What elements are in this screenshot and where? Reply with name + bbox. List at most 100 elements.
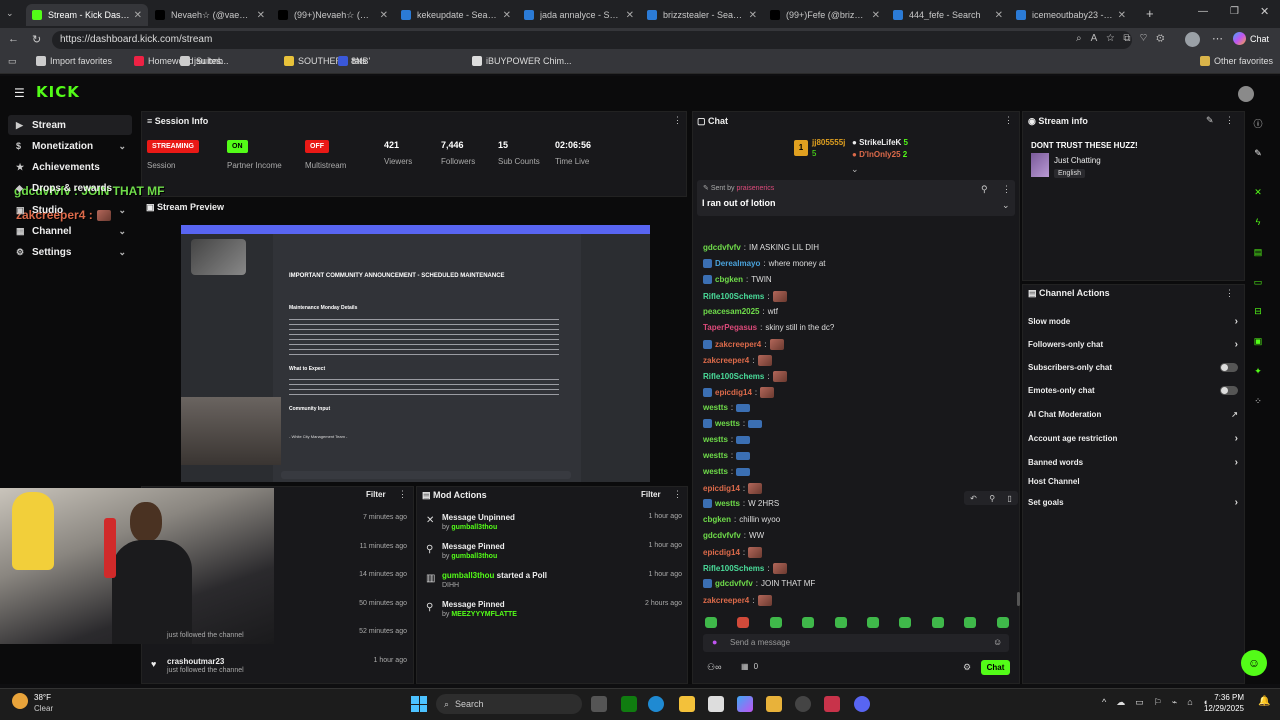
other-favorites[interactable]: Other favorites xyxy=(1200,56,1273,66)
chat-message[interactable]: TaperPegasus: skiny still in the dc? xyxy=(703,323,834,332)
mic-icon[interactable]: ● xyxy=(712,637,717,647)
chat-username[interactable]: westts xyxy=(715,499,740,508)
tab-3[interactable]: (99+)Nevaeh☆ (@vaeh. ✕ xyxy=(272,4,394,26)
tab-search-icon[interactable]: ⌄ xyxy=(6,8,14,19)
chat-username[interactable]: Rifle100Schems xyxy=(703,564,764,573)
rail-poll-icon[interactable]: ▣ xyxy=(1250,333,1266,349)
copilot-chat-button[interactable]: Chat xyxy=(1233,32,1269,45)
tab-close-icon[interactable]: ✕ xyxy=(380,10,388,21)
chat-username[interactable]: zakcreeper4 xyxy=(703,356,749,365)
chat-message[interactable]: Rifle100Schems: xyxy=(703,291,787,302)
multistream-badge[interactable]: OFF xyxy=(305,140,329,153)
sidebar-item-stream[interactable]: ▶ Stream xyxy=(8,115,132,135)
rail-clip-icon[interactable]: ▤ xyxy=(1250,244,1266,260)
tab-close-icon[interactable]: ✕ xyxy=(1118,10,1126,21)
chat-username[interactable]: westts xyxy=(703,467,728,476)
mod-user[interactable]: gumball3thou xyxy=(442,571,494,580)
bookmark-1[interactable]: Import favorites xyxy=(36,56,112,66)
chat-username[interactable]: Rifle100Schems xyxy=(703,292,764,301)
edge-icon[interactable] xyxy=(648,696,664,712)
tab-close-icon[interactable]: ✕ xyxy=(134,10,142,21)
chat-scrollbar[interactable] xyxy=(1017,592,1020,606)
gifter-3[interactable]: ● D'lnOnly25 2 xyxy=(852,150,907,159)
tab-7[interactable]: (99+)Fefe (@brizzsteale ✕ xyxy=(764,4,886,26)
chat-message[interactable]: cbgken: TWIN xyxy=(703,275,772,284)
session-info-menu-icon[interactable]: ⋮ xyxy=(673,115,682,126)
chat-username[interactable]: Derealmayo xyxy=(715,259,760,268)
tab-4[interactable]: kekeupdate - Search ✕ xyxy=(395,4,517,26)
channel-action-subscribers-only-chat[interactable]: Subscribers-only chat xyxy=(1028,363,1238,372)
chat-username[interactable]: cbgken xyxy=(715,275,743,284)
sidebar-item-channel[interactable]: ▦ Channel ⌄ xyxy=(8,222,132,242)
chat-username[interactable]: westts xyxy=(703,403,728,412)
stream-info-menu-icon[interactable]: ⋮ xyxy=(1225,115,1234,126)
maximize-button[interactable]: ❐ xyxy=(1230,6,1239,17)
gifter-1-name[interactable]: jj805555j xyxy=(812,138,845,147)
new-tab-button[interactable]: + xyxy=(1146,6,1154,21)
chat-username[interactable]: gdcdvfvfv xyxy=(715,579,753,588)
xbox-icon[interactable] xyxy=(621,696,637,712)
channel-action-banned-words[interactable]: Banned words › xyxy=(1028,457,1238,468)
mod-user[interactable]: gumball3thou xyxy=(451,553,497,560)
pinned-expand-icon[interactable]: ⌄ xyxy=(1002,200,1010,211)
reply-icon[interactable]: ↶ xyxy=(970,494,977,503)
channel-action-host-channel[interactable]: Host Channel xyxy=(1028,477,1238,486)
chat-message[interactable]: zakcreeper4: xyxy=(703,595,772,606)
rail-raid-icon[interactable]: ✕ xyxy=(1250,184,1266,200)
chat-message[interactable]: westts: xyxy=(703,435,751,444)
menu-icon[interactable]: ⋯ xyxy=(1212,32,1223,45)
info-icon[interactable]: ⓘ xyxy=(1250,116,1266,132)
chat-message[interactable]: westts: xyxy=(703,451,751,460)
channel-points[interactable]: ▦ 0 xyxy=(741,662,758,671)
tab-close-icon[interactable]: ✕ xyxy=(872,10,880,21)
chat-message[interactable]: gdcdvfvfv: JOIN THAT MF xyxy=(703,579,815,588)
tab-8[interactable]: 444_fefe - Search ✕ xyxy=(887,4,1009,26)
chatters-icon[interactable]: ⚇∞ xyxy=(707,662,721,673)
emote-quick-6[interactable] xyxy=(867,617,879,628)
weather-temp[interactable]: 38°F xyxy=(34,693,51,702)
chat-username[interactable]: gdcdvfvfv xyxy=(703,243,741,252)
clock-time[interactable]: 7:36 PM xyxy=(1208,693,1244,702)
chat-username[interactable]: zakcreeper4 xyxy=(715,340,761,349)
emote-quick-1[interactable] xyxy=(705,617,717,628)
tab-1[interactable]: Stream - Kick Dashboard ✕ xyxy=(26,4,148,26)
unpin-icon[interactable]: ⚲ xyxy=(981,184,988,195)
emote-quick-10[interactable] xyxy=(996,617,1009,628)
activity-menu-icon[interactable]: ⋮ xyxy=(398,489,407,500)
taskbar-search[interactable]: ⌕ Search xyxy=(436,694,582,714)
chat-username[interactable]: westts xyxy=(703,451,728,460)
rail-link-icon[interactable]: ⊟ xyxy=(1250,303,1266,319)
start-button[interactable] xyxy=(411,696,427,712)
chat-message[interactable]: zakcreeper4: xyxy=(703,355,772,366)
chat-username[interactable]: TaperPegasus xyxy=(703,323,757,332)
emote-quick-8[interactable] xyxy=(931,617,944,628)
channel-action-slow-mode[interactable]: Slow mode › xyxy=(1028,316,1238,327)
chat-username[interactable]: westts xyxy=(715,419,740,428)
back-icon[interactable]: ← xyxy=(8,33,19,45)
sidebar-item-drops-rewards[interactable]: ◆ Drops & rewards xyxy=(8,179,132,199)
toggle-switch[interactable] xyxy=(1220,363,1238,372)
emote-quick-5[interactable] xyxy=(834,617,847,628)
chat-message[interactable]: westts: xyxy=(703,419,763,428)
mod-user[interactable]: MEEZYYYMFLATTE xyxy=(451,611,517,618)
send-chat-button[interactable]: Chat xyxy=(981,660,1010,675)
chat-message[interactable]: epicdig14: xyxy=(703,483,763,494)
minimize-button[interactable]: — xyxy=(1198,6,1208,17)
sidebar-item-monetization[interactable]: $ Monetization ⌄ xyxy=(8,136,132,156)
tab-2[interactable]: Nevaeh☆ (@vaeh.lache ✕ xyxy=(149,4,271,26)
tab-close-icon[interactable]: ✕ xyxy=(749,10,757,21)
chat-message[interactable]: epicdig14: xyxy=(703,547,763,558)
tab-5[interactable]: jada annalyce - Search ✕ xyxy=(518,4,640,26)
pin-icon[interactable]: ⚲ xyxy=(989,494,995,503)
discord-icon[interactable] xyxy=(854,696,870,712)
app-red-icon[interactable] xyxy=(824,696,840,712)
chat-settings-icon[interactable]: ⚙ xyxy=(963,662,971,673)
channel-action-followers-only-chat[interactable]: Followers-only chat › xyxy=(1028,339,1238,350)
edit-layout-icon[interactable]: ✎ xyxy=(1250,145,1266,161)
emote-quick-3[interactable] xyxy=(769,617,782,628)
chat-username[interactable]: westts xyxy=(703,435,728,444)
pinned-menu-icon[interactable]: ⋮ xyxy=(1002,184,1011,195)
tab-close-icon[interactable]: ✕ xyxy=(503,10,511,21)
bookmark-6[interactable]: iBUYPOWER Chim... xyxy=(472,56,572,66)
bookmark-3[interactable]: jsu bnb xyxy=(180,56,223,66)
